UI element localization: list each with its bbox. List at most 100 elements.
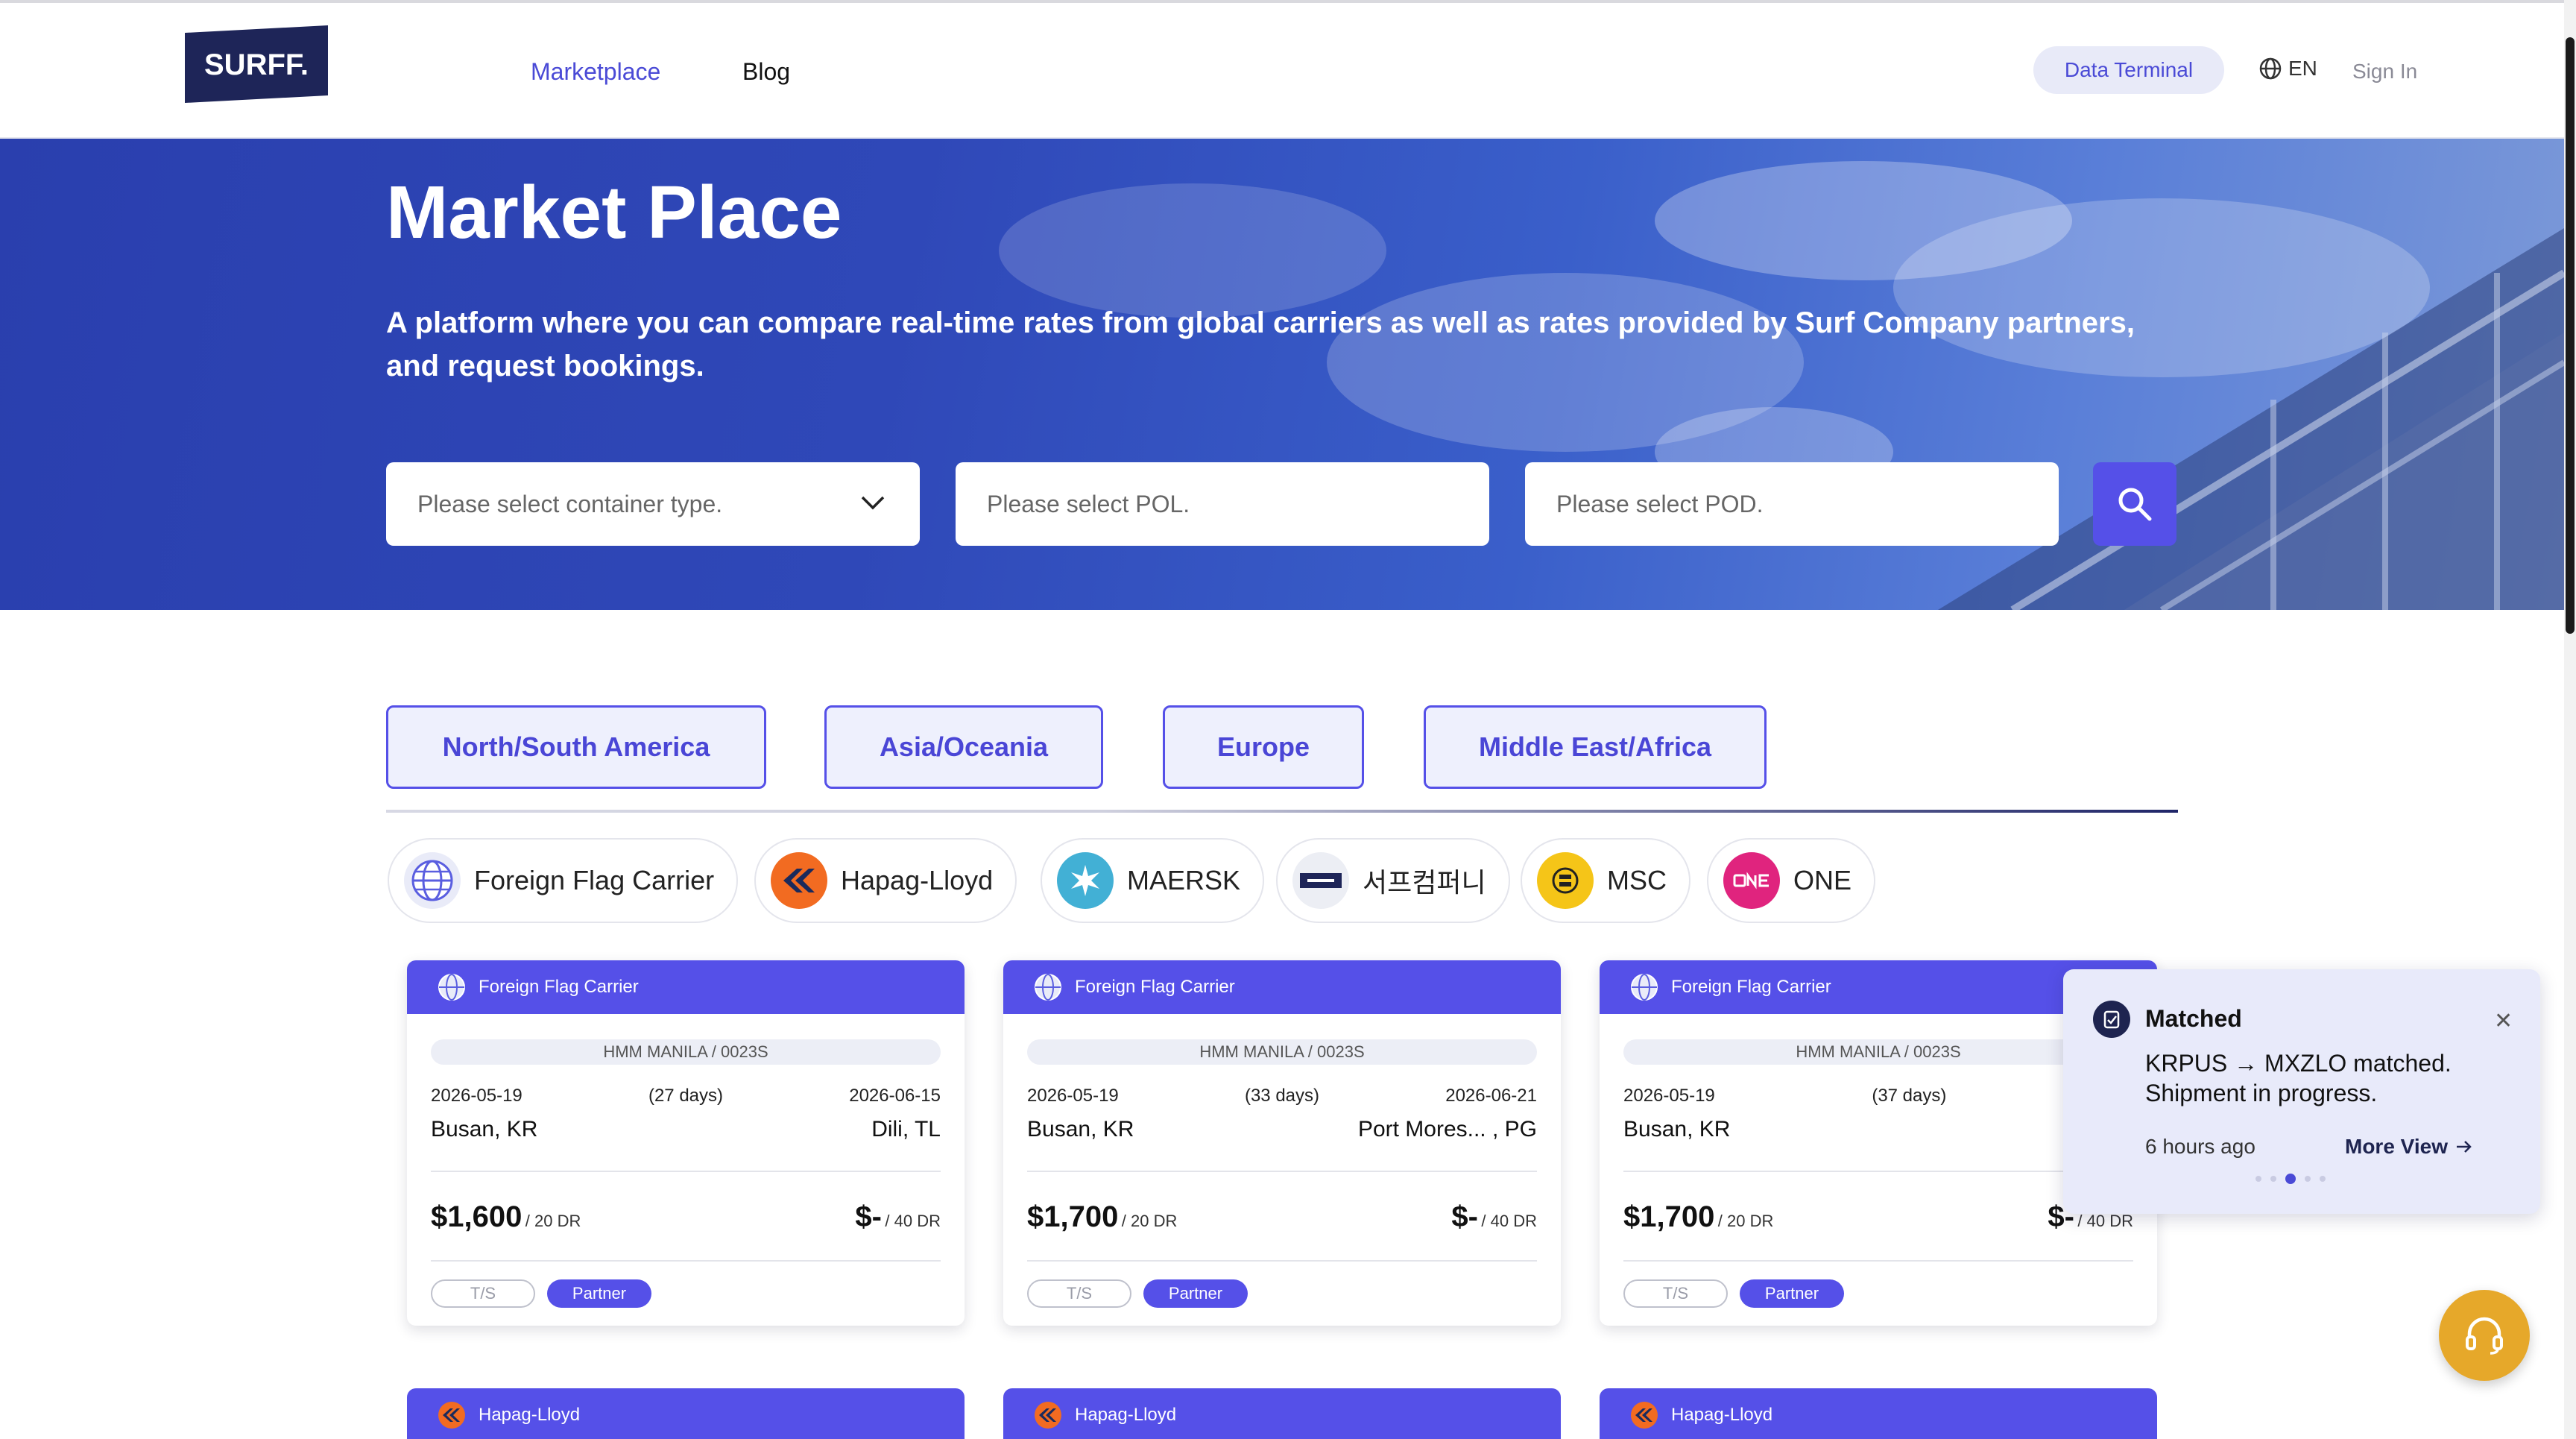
route-ports: Busan, KR Dili, TL xyxy=(431,1117,941,1142)
notification-message: KRPUS → MXZLO matched. Shipment in progr… xyxy=(2145,1050,2452,1106)
globe-icon xyxy=(404,852,461,909)
pol-input[interactable]: Please select POL. xyxy=(956,462,1489,546)
container-type-select[interactable]: Please select container type. xyxy=(386,462,920,546)
card-tags: T/S Partner xyxy=(431,1279,651,1308)
divider xyxy=(1027,1260,1537,1262)
route-dates: 2026-05-19 (37 days) 202 xyxy=(1623,1086,2133,1106)
hapag-lloyd-logo-icon xyxy=(438,1402,465,1429)
departure-date: 2026-05-19 xyxy=(1623,1086,1715,1106)
rate-card[interactable]: Foreign Flag Carrier HMM MANILA / 0023S … xyxy=(407,960,965,1326)
partner-tag: Partner xyxy=(1143,1279,1248,1308)
price-20: $1,700 xyxy=(1027,1200,1119,1233)
partner-tag: Partner xyxy=(1740,1279,1844,1308)
ts-tag: T/S xyxy=(431,1279,535,1308)
data-terminal-button[interactable]: Data Terminal xyxy=(2033,46,2224,94)
globe-icon xyxy=(2259,57,2282,80)
container-type-placeholder: Please select container type. xyxy=(417,490,723,517)
pod-port: Dili, TL xyxy=(871,1117,941,1142)
carousel-dot[interactable] xyxy=(2305,1176,2311,1182)
divider xyxy=(431,1171,941,1172)
surff-logo-icon xyxy=(1292,852,1349,909)
headset-icon xyxy=(2466,1317,2503,1355)
carousel-dot[interactable] xyxy=(2320,1176,2326,1182)
card-carrier-name: Hapag-Lloyd xyxy=(479,1405,581,1425)
carrier-chip-surff[interactable]: 서프컴퍼니 xyxy=(1276,838,1510,923)
price-20-unit: / 20 DR xyxy=(1717,1212,1774,1230)
price-row: $1,700 / 20 DR $- / 40 DR xyxy=(1027,1200,1537,1234)
globe-icon xyxy=(1631,974,1658,1001)
more-view-label: More View xyxy=(2345,1135,2448,1158)
carousel-dot[interactable] xyxy=(2255,1176,2261,1182)
divider xyxy=(431,1260,941,1262)
close-icon[interactable]: ✕ xyxy=(2494,1008,2513,1034)
nav-blog[interactable]: Blog xyxy=(742,58,790,86)
msc-logo-icon xyxy=(1537,852,1594,909)
sign-in-link[interactable]: Sign In xyxy=(2352,60,2417,84)
card-tags: T/S Partner xyxy=(1027,1279,1248,1308)
price-40: $- xyxy=(855,1200,882,1233)
route-ports: Busan, KR Port Mores... , PG xyxy=(1027,1117,1537,1142)
globe-icon xyxy=(1035,974,1061,1001)
divider xyxy=(1623,1171,2133,1172)
carousel-dot-active[interactable] xyxy=(2285,1174,2296,1184)
pol-port: Busan, KR xyxy=(431,1117,538,1142)
carrier-chip-label: ONE xyxy=(1793,865,1852,895)
nav-marketplace[interactable]: Marketplace xyxy=(531,58,660,86)
hapag-lloyd-logo-icon xyxy=(1631,1402,1658,1429)
customer-support-button[interactable] xyxy=(2439,1290,2530,1381)
carrier-chip-label: 서프컴퍼니 xyxy=(1363,867,1486,898)
divider xyxy=(1027,1171,1537,1172)
region-tab-europe[interactable]: Europe xyxy=(1163,705,1364,789)
carrier-chip-hapag-lloyd[interactable]: Hapag-Lloyd xyxy=(754,838,1017,923)
scrollbar-thumb[interactable] xyxy=(2566,37,2575,634)
route-ports: Busan, KR L xyxy=(1623,1117,2133,1142)
divider xyxy=(1623,1260,2133,1262)
card-header: Hapag-Lloyd xyxy=(1003,1388,1561,1439)
more-view-link[interactable]: More View xyxy=(2345,1135,2473,1159)
transit-duration: (37 days) xyxy=(1872,1086,1947,1106)
region-divider xyxy=(386,810,2178,813)
departure-date: 2026-05-19 xyxy=(431,1086,523,1106)
rate-card[interactable]: Hapag-Lloyd xyxy=(1003,1388,1561,1439)
vessel-voyage: HMM MANILA / 0023S xyxy=(1623,1039,2133,1065)
pod-input[interactable]: Please select POD. xyxy=(1525,462,2059,546)
carrier-chip-maersk[interactable]: MAERSK xyxy=(1041,838,1265,923)
vessel-voyage: HMM MANILA / 0023S xyxy=(1027,1039,1537,1065)
pol-placeholder: Please select POL. xyxy=(987,490,1190,517)
card-header: Foreign Flag Carrier xyxy=(407,960,965,1014)
card-carrier-name: Hapag-Lloyd xyxy=(1075,1405,1177,1425)
card-carrier-name: Foreign Flag Carrier xyxy=(1075,977,1235,997)
carrier-chip-msc[interactable]: MSC xyxy=(1521,838,1690,923)
card-header: Foreign Flag Carrier xyxy=(1003,960,1561,1014)
price-20: $1,700 xyxy=(1623,1200,1715,1233)
rate-card[interactable]: Hapag-Lloyd xyxy=(1600,1388,2157,1439)
chevron-down-icon xyxy=(861,496,885,510)
carrier-chip-one[interactable]: ONE xyxy=(1707,838,1876,923)
maersk-star-icon xyxy=(1057,852,1114,909)
price-20: $1,600 xyxy=(431,1200,523,1233)
notification-title: Matched xyxy=(2145,1005,2242,1032)
svg-text:SURFF.: SURFF. xyxy=(204,48,309,81)
hapag-lloyd-logo-icon xyxy=(771,852,827,909)
notification-time: 6 hours ago xyxy=(2145,1135,2255,1158)
card-header: Hapag-Lloyd xyxy=(1600,1388,2157,1439)
search-button[interactable] xyxy=(2093,462,2176,546)
card-tags: T/S Partner xyxy=(1623,1279,1844,1308)
pol-port: Busan, KR xyxy=(1027,1117,1134,1142)
rate-card[interactable]: Hapag-Lloyd xyxy=(407,1388,965,1439)
pod-port: Port Mores... , PG xyxy=(1357,1117,1537,1142)
language-selector[interactable]: EN xyxy=(2258,57,2317,81)
rate-card[interactable]: Foreign Flag Carrier HMM MANILA / 0023S … xyxy=(1003,960,1561,1326)
arrival-date: 2026-06-15 xyxy=(849,1086,941,1106)
carrier-chip-label: MAERSK xyxy=(1127,865,1241,895)
one-logo-icon xyxy=(1723,852,1780,909)
departure-date: 2026-05-19 xyxy=(1027,1086,1119,1106)
surff-logo[interactable]: SURFF. xyxy=(179,25,328,103)
card-carrier-name: Foreign Flag Carrier xyxy=(479,977,639,997)
region-tab-middle-east-africa[interactable]: Middle East/Africa xyxy=(1424,705,1767,789)
price-row: $1,600 / 20 DR $- / 40 DR xyxy=(431,1200,941,1234)
carousel-dot[interactable] xyxy=(2270,1176,2276,1182)
carrier-chip-foreign-flag[interactable]: Foreign Flag Carrier xyxy=(388,838,739,923)
region-tab-asia-oceania[interactable]: Asia/Oceania xyxy=(824,705,1103,789)
region-tab-americas[interactable]: North/South America xyxy=(386,705,766,789)
